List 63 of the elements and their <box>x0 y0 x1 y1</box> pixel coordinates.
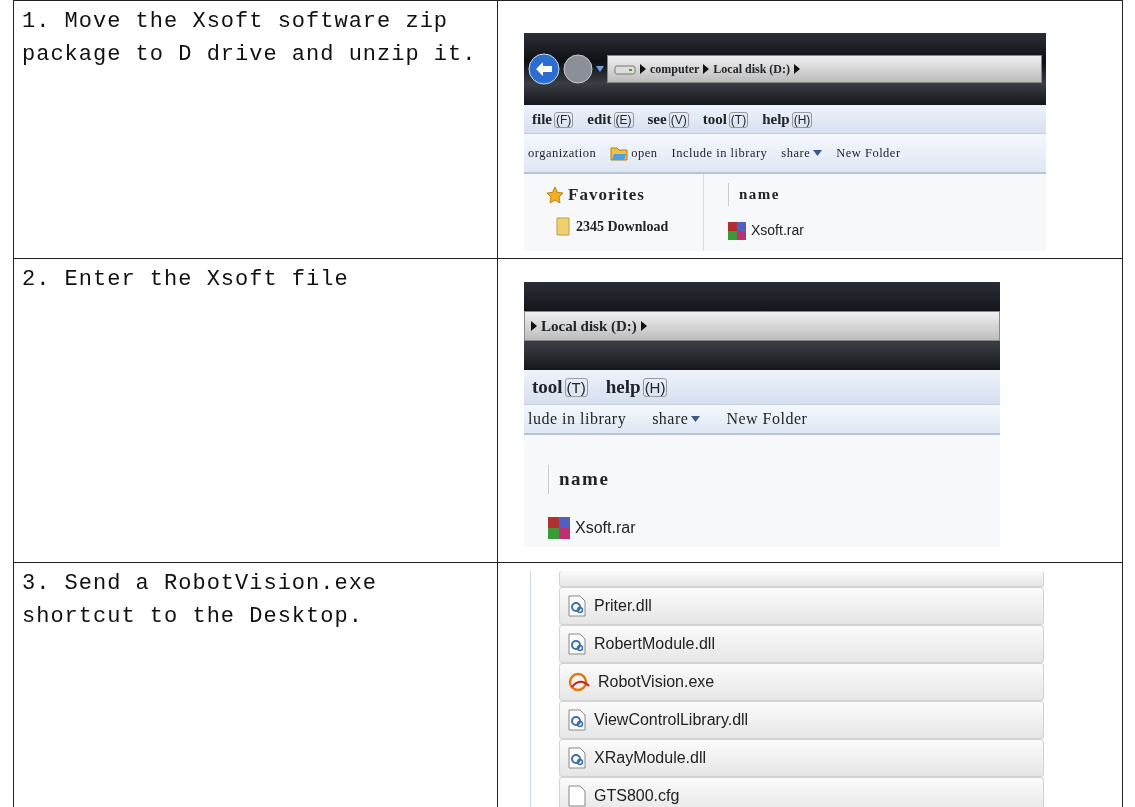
toolbar-button[interactable]: share <box>652 407 701 431</box>
menu-item[interactable]: see (V) <box>647 107 689 131</box>
file-row[interactable]: RobertModule.dll <box>559 625 1044 663</box>
drive-icon <box>614 63 636 75</box>
column-header[interactable]: name <box>728 183 780 206</box>
menu-item[interactable]: edit (E) <box>587 107 634 131</box>
arrow-right-icon <box>703 64 710 74</box>
menu-item[interactable]: file (F) <box>532 107 574 131</box>
toolbar-button[interactable]: Include in library <box>671 143 768 163</box>
file-name: GTS800.cfg <box>594 786 680 806</box>
back-button-icon[interactable] <box>528 53 560 85</box>
swirl-icon <box>568 671 590 693</box>
gear-file-icon <box>568 633 586 655</box>
file-row[interactable]: GTS800.cfg <box>559 777 1044 807</box>
step-text: 2. Enter the Xsoft file <box>22 266 350 294</box>
file-name: Priter.dll <box>594 596 652 616</box>
caret-icon <box>813 150 823 156</box>
arrow-right-icon <box>640 64 646 74</box>
arrow-right-icon <box>794 64 800 74</box>
forward-button-icon[interactable] <box>563 54 593 84</box>
gear-file-icon <box>568 595 586 617</box>
breadcrumb-item[interactable]: Local disk (D:) <box>541 314 637 338</box>
menu-item[interactable]: help (H) <box>605 372 668 402</box>
gear-file-icon <box>568 747 586 769</box>
address-bar[interactable]: computer Local disk (D:) <box>607 55 1042 83</box>
archive-icon <box>728 221 746 240</box>
caret-icon <box>691 416 701 422</box>
blank-file-icon <box>568 785 586 807</box>
step-text: 1. Move the Xsoft software zip package to D drive and unzip it. <box>22 8 478 69</box>
file-name[interactable]: Xsoft.rar <box>751 220 804 241</box>
breadcrumb-item[interactable]: computer <box>650 60 700 78</box>
star-icon <box>546 185 564 204</box>
toolbar-button[interactable]: share <box>781 143 823 163</box>
toolbar-button[interactable]: New Folder <box>726 407 808 431</box>
file-row[interactable]: XRayModule.dll <box>559 739 1044 777</box>
toolbar-button[interactable]: New Folder <box>836 143 901 163</box>
gear-file-icon <box>568 709 586 731</box>
folder-icon <box>556 216 570 236</box>
file-name[interactable]: Xsoft.rar <box>575 515 636 540</box>
archive-icon <box>548 516 570 539</box>
folder-icon <box>610 145 629 161</box>
file-row[interactable]: Priter.dll <box>559 587 1044 625</box>
column-header[interactable]: name <box>548 465 610 494</box>
file-name: ViewControlLibrary.dll <box>594 710 749 730</box>
file-row[interactable]: RobotVision.exe <box>559 663 1044 701</box>
arrow-right-icon <box>640 321 647 331</box>
menu-item[interactable]: tool (T) <box>532 372 588 402</box>
sidebar-item[interactable]: 2345 Download <box>576 215 669 237</box>
arrow-right-icon <box>531 321 537 331</box>
step-text: 3. Send a RobotVision.exe shortcut to the Desktop. <box>22 570 379 631</box>
file-name: RobotVision.exe <box>598 672 715 692</box>
menu-item[interactable]: tool (T) <box>702 107 749 131</box>
caret-icon[interactable] <box>596 66 604 72</box>
toolbar-button[interactable]: open <box>610 143 658 163</box>
file-row[interactable]: ViewControlLibrary.dll <box>559 701 1044 739</box>
toolbar-button[interactable]: organization <box>528 143 597 163</box>
menu-item[interactable]: help (H) <box>762 107 813 131</box>
file-name: XRayModule.dll <box>594 748 707 768</box>
breadcrumb-item[interactable]: Local disk (D:) <box>713 60 790 78</box>
address-bar[interactable]: Local disk (D:) <box>524 311 1000 341</box>
favorites-heading[interactable]: Favorites <box>568 182 645 208</box>
toolbar-button[interactable]: lude in library <box>528 407 627 431</box>
file-name: RobertModule.dll <box>594 634 715 654</box>
